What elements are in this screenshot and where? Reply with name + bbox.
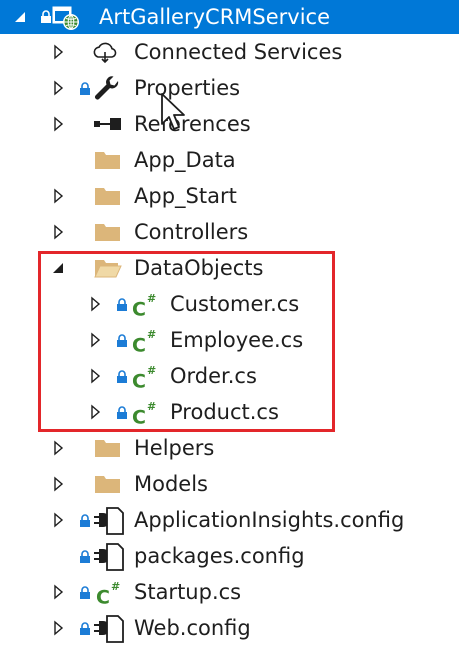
mouse-cursor-icon bbox=[161, 93, 185, 130]
highlight-annotation-box bbox=[38, 251, 335, 432]
lock-icon bbox=[80, 514, 90, 527]
tree-item-controllers[interactable]: Controllers bbox=[0, 214, 459, 250]
folder-icon bbox=[95, 152, 120, 169]
project-name: ArtGalleryCRMService bbox=[99, 5, 331, 29]
tree-item-label: App_Start bbox=[134, 184, 237, 208]
tree-item-label: Helpers bbox=[134, 436, 215, 460]
tree-item-label: Startup.cs bbox=[134, 580, 242, 604]
folder-icon bbox=[95, 440, 120, 457]
expand-arrow-icon[interactable] bbox=[51, 620, 67, 636]
tree-item-label: Models bbox=[134, 472, 208, 496]
tree-item-models[interactable]: Models bbox=[0, 466, 459, 502]
tree-item-label: References bbox=[134, 112, 251, 136]
wrench-icon bbox=[95, 76, 119, 100]
tree-item-label: packages.config bbox=[134, 544, 305, 568]
expand-arrow-icon[interactable] bbox=[51, 116, 67, 132]
tree-item-connected-services[interactable]: Connected Services bbox=[0, 34, 459, 70]
lock-icon bbox=[80, 82, 90, 95]
tree-item-app-start[interactable]: App_Start bbox=[0, 178, 459, 214]
config-file-icon bbox=[94, 615, 124, 643]
tree-item-label: Connected Services bbox=[134, 40, 343, 64]
expand-arrow-icon[interactable] bbox=[51, 476, 67, 492]
tree-item-references[interactable]: References bbox=[0, 106, 459, 142]
lock-icon bbox=[80, 550, 90, 563]
expand-arrow-icon[interactable] bbox=[51, 440, 67, 456]
csharp-file-icon: C# bbox=[96, 580, 121, 609]
expand-arrow-icon[interactable] bbox=[51, 44, 67, 60]
tree-item-helpers[interactable]: Helpers bbox=[0, 430, 459, 466]
expand-arrow-icon[interactable] bbox=[51, 584, 67, 600]
expand-arrow-icon[interactable] bbox=[51, 80, 67, 96]
tree-item-label: App_Data bbox=[134, 148, 236, 172]
expand-arrow-icon[interactable] bbox=[51, 188, 67, 204]
folder-icon bbox=[95, 188, 120, 205]
lock-icon bbox=[41, 10, 51, 23]
web-project-icon bbox=[52, 6, 79, 30]
tree-item-app-data[interactable]: App_Data bbox=[0, 142, 459, 178]
project-node[interactable]: ArtGalleryCRMService bbox=[0, 0, 459, 34]
tree-item-label: Controllers bbox=[134, 220, 249, 244]
solution-explorer-tree: ArtGalleryCRMService Connected Services … bbox=[0, 0, 459, 647]
folder-icon bbox=[95, 224, 120, 241]
lock-icon bbox=[80, 586, 90, 599]
tree-item-web-config[interactable]: Web.config bbox=[0, 610, 459, 646]
expand-arrow-icon[interactable] bbox=[13, 9, 29, 25]
config-file-icon bbox=[94, 507, 124, 535]
tree-item-label: ApplicationInsights.config bbox=[134, 508, 405, 532]
tree-item-startup-cs[interactable]: C# Startup.cs bbox=[0, 574, 459, 610]
tree-item-applicationinsights-config[interactable]: ApplicationInsights.config bbox=[0, 502, 459, 538]
expand-arrow-icon[interactable] bbox=[51, 512, 67, 528]
tree-item-packages-config[interactable]: packages.config bbox=[0, 538, 459, 574]
config-file-icon bbox=[94, 543, 124, 571]
expand-arrow-icon[interactable] bbox=[51, 224, 67, 240]
folder-icon bbox=[95, 476, 120, 493]
connected-services-icon bbox=[93, 42, 117, 64]
references-icon bbox=[94, 118, 121, 130]
lock-icon bbox=[80, 622, 90, 635]
tree-item-label: Web.config bbox=[134, 616, 251, 640]
tree-item-properties[interactable]: Properties bbox=[0, 70, 459, 106]
